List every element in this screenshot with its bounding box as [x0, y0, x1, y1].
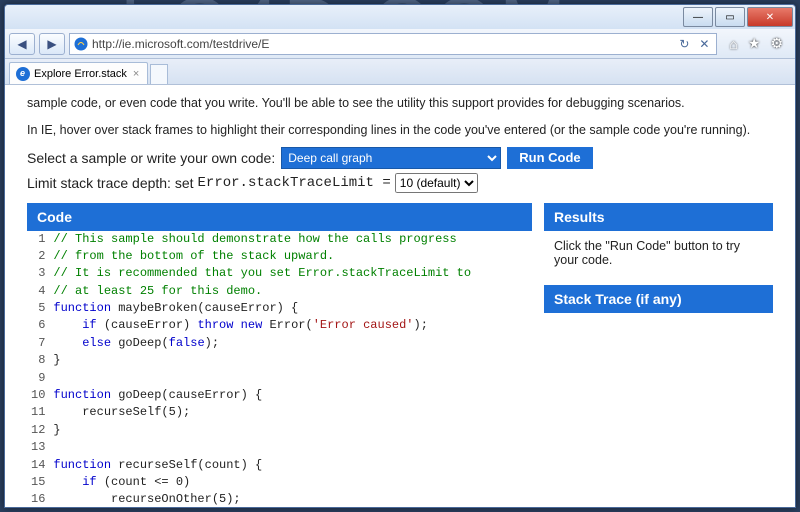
code-line: 13	[27, 439, 532, 456]
code-panel-header: Code	[27, 203, 532, 231]
stop-button[interactable]: ✕	[696, 36, 712, 52]
limit-prefix-text: Limit stack trace depth: set	[27, 175, 194, 191]
sample-select[interactable]: Deep call graph	[281, 147, 501, 169]
code-line: 2// from the bottom of the stack upward.	[27, 248, 532, 265]
window-controls: — ▭ ✕	[683, 5, 795, 29]
stacktrace-body	[544, 313, 773, 343]
tab-close-icon[interactable]: ×	[131, 68, 141, 80]
intro-text: sample code, or even code that you write…	[27, 95, 773, 113]
limit-code-text: Error.stackTraceLimit =	[198, 175, 391, 191]
navbar-right-controls: ⌂ ★ ⚙	[721, 35, 791, 52]
home-icon[interactable]: ⌂	[729, 36, 737, 52]
url-text: http://ie.microsoft.com/testdrive/E	[92, 37, 672, 51]
code-line: 8}	[27, 352, 532, 369]
code-line: 5function maybeBroken(causeError) {	[27, 300, 532, 317]
code-line: 11 recurseSelf(5);	[27, 404, 532, 421]
stacktrace-panel-header: Stack Trace (if any)	[544, 285, 773, 313]
page-body: sample code, or even code that you write…	[5, 85, 795, 507]
favorites-star-icon[interactable]: ★	[748, 35, 761, 52]
ie-favicon-icon	[74, 37, 88, 51]
panels: Code 1// This sample should demonstrate …	[27, 203, 773, 508]
stack-depth-select[interactable]: 10 (default)	[395, 173, 478, 193]
code-line: 12}	[27, 422, 532, 439]
settings-gear-icon[interactable]: ⚙	[770, 35, 783, 52]
code-line: 7 else goDeep(false);	[27, 335, 532, 352]
forward-arrow-icon: ▶	[47, 37, 56, 51]
window-titlebar: — ▭ ✕	[5, 5, 795, 29]
code-line: 16 recurseOnOther(5);	[27, 491, 532, 507]
code-line: 6 if (causeError) throw new Error('Error…	[27, 317, 532, 334]
page-content-scroll[interactable]: sample code, or even code that you write…	[5, 85, 795, 507]
minimize-button[interactable]: —	[683, 7, 713, 27]
stacktrace-panel: Stack Trace (if any)	[544, 285, 773, 343]
code-line: 3// It is recommended that you set Error…	[27, 265, 532, 282]
sample-select-label: Select a sample or write your own code:	[27, 150, 275, 166]
back-button[interactable]: ◀	[9, 33, 35, 55]
browser-navbar: ◀ ▶ http://ie.microsoft.com/testdrive/E …	[5, 29, 795, 59]
code-panel: Code 1// This sample should demonstrate …	[27, 203, 532, 508]
run-code-button[interactable]: Run Code	[507, 147, 592, 169]
code-line: 15 if (count <= 0)	[27, 474, 532, 491]
controls-row: Select a sample or write your own code: …	[27, 147, 773, 169]
instruction-text: In IE, hover over stack frames to highli…	[27, 123, 773, 137]
code-line: 1// This sample should demonstrate how t…	[27, 231, 532, 248]
close-button[interactable]: ✕	[747, 7, 793, 27]
code-line: 14function recurseSelf(count) {	[27, 457, 532, 474]
address-bar[interactable]: http://ie.microsoft.com/testdrive/E ↻ ✕	[69, 33, 717, 55]
new-tab-button[interactable]	[150, 64, 168, 84]
results-body: Click the "Run Code" button to try your …	[544, 231, 773, 275]
tab-strip: Explore Error.stack ×	[5, 59, 795, 85]
refresh-button[interactable]: ↻	[676, 36, 692, 52]
code-line: 4// at least 25 for this demo.	[27, 283, 532, 300]
results-panel: Results Click the "Run Code" button to t…	[544, 203, 773, 275]
limit-row: Limit stack trace depth: set Error.stack…	[27, 173, 773, 193]
tab-title: Explore Error.stack	[34, 68, 127, 80]
code-line: 9	[27, 370, 532, 387]
back-arrow-icon: ◀	[17, 37, 26, 51]
tab-active[interactable]: Explore Error.stack ×	[9, 62, 148, 84]
tab-favicon-icon	[16, 67, 30, 81]
forward-button[interactable]: ▶	[39, 33, 65, 55]
results-panel-header: Results	[544, 203, 773, 231]
code-listing: 1// This sample should demonstrate how t…	[27, 231, 532, 508]
maximize-button[interactable]: ▭	[715, 7, 745, 27]
code-line: 10function goDeep(causeError) {	[27, 387, 532, 404]
code-editor-scroll[interactable]: 1// This sample should demonstrate how t…	[27, 231, 532, 508]
browser-window: — ▭ ✕ ◀ ▶ http://ie.microsoft.com/testdr…	[4, 4, 796, 508]
